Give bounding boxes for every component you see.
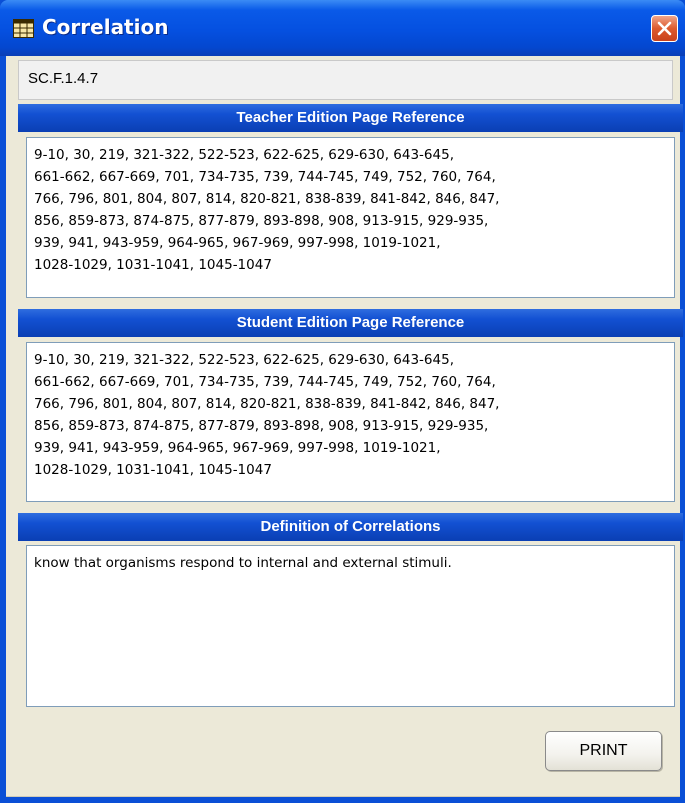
print-button[interactable]: PRINT [545, 731, 662, 771]
student-edition-header: Student Edition Page Reference [18, 309, 683, 337]
student-edition-references[interactable]: 9-10, 30, 219, 321-322, 522-523, 622-625… [26, 342, 675, 502]
teacher-edition-references[interactable]: 9-10, 30, 219, 321-322, 522-523, 622-625… [26, 137, 675, 298]
close-x-icon [657, 21, 672, 36]
definition-header: Definition of Correlations [18, 513, 683, 541]
definition-text: know that organisms respond to internal … [34, 555, 452, 571]
teacher-edition-text: 9-10, 30, 219, 321-322, 522-523, 622-625… [34, 147, 500, 273]
student-edition-text: 9-10, 30, 219, 321-322, 522-523, 622-625… [34, 352, 500, 478]
definition-text-area[interactable]: know that organisms respond to internal … [26, 545, 675, 707]
close-button[interactable] [651, 15, 678, 42]
correlation-window: Correlation SC.F.1.4.7 Teacher Edition P… [0, 0, 685, 803]
teacher-edition-header: Teacher Edition Page Reference [18, 104, 683, 132]
grid-app-icon [13, 19, 34, 38]
standard-code: SC.F.1.4.7 [28, 70, 99, 87]
title-bar[interactable]: Correlation [0, 0, 685, 56]
standard-code-field: SC.F.1.4.7 [18, 60, 673, 100]
window-title: Correlation [42, 15, 169, 39]
